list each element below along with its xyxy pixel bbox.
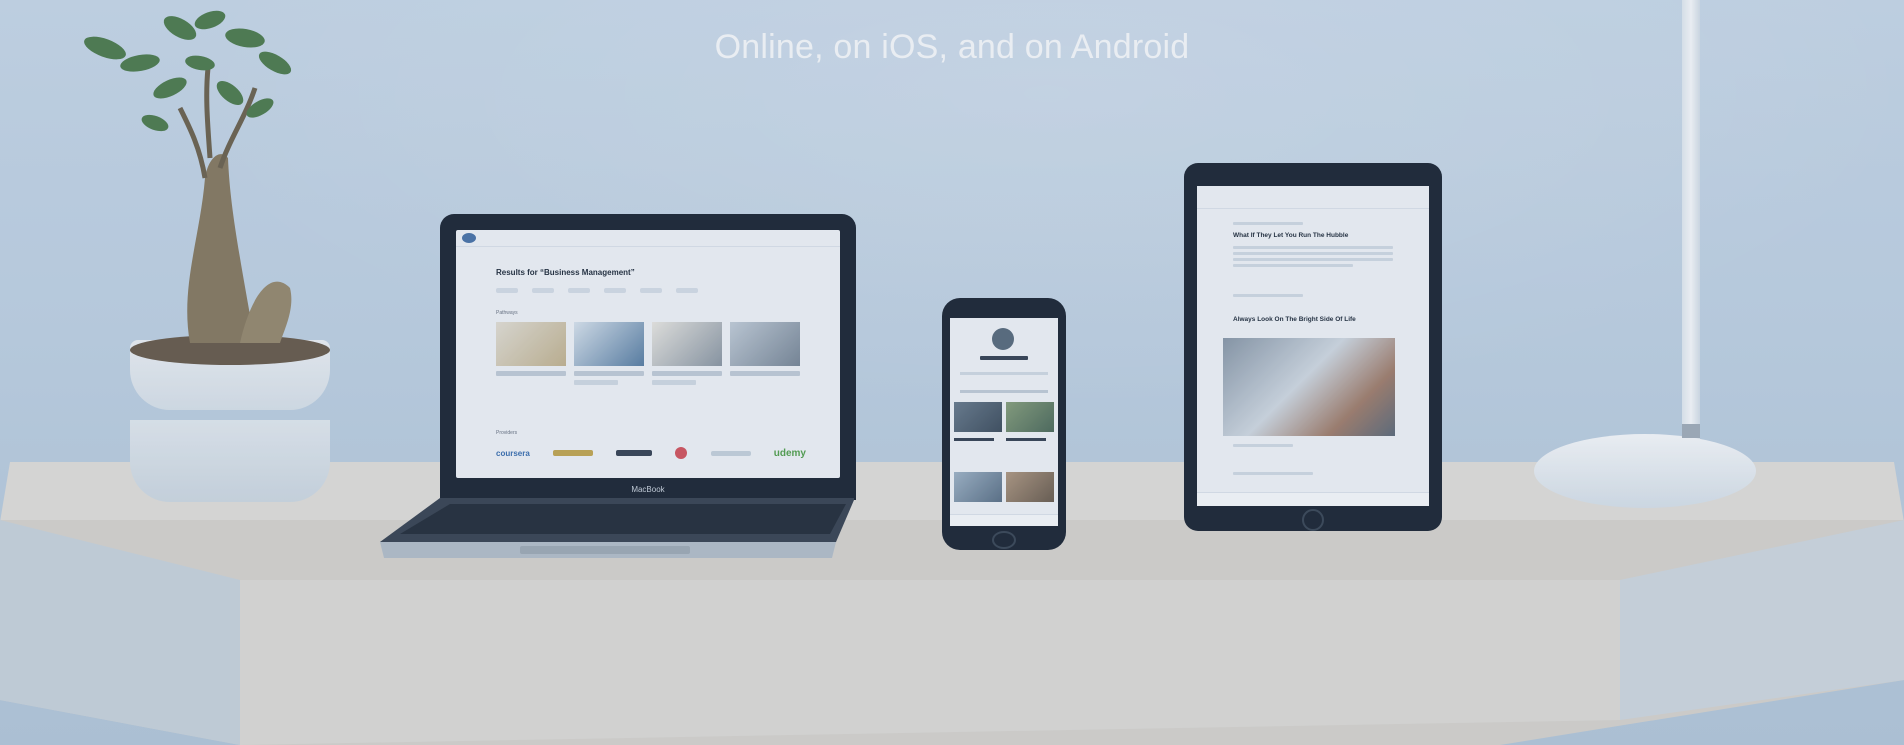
article-title: What If They Let You Run The Hubble — [1233, 232, 1349, 239]
laptop-keyboard-base — [380, 498, 854, 558]
phone-tab-bar — [950, 514, 1058, 526]
pathway-card-caption — [652, 380, 696, 385]
article-photo — [1223, 338, 1395, 436]
profile-avatar — [992, 328, 1014, 350]
plant-pot-base — [130, 420, 330, 502]
laptop-results-title: Results for “Business Management” — [496, 268, 635, 277]
app-logo-icon — [462, 233, 476, 243]
pathway-card-image — [496, 322, 566, 366]
course-caption — [954, 438, 994, 441]
course-thumbnail — [1006, 402, 1054, 432]
article-excerpt — [1233, 258, 1393, 261]
laptop-brand-label: MacBook — [631, 485, 665, 494]
lamp-base — [1534, 434, 1756, 508]
provider-logo — [552, 450, 593, 456]
pathway-card-image — [652, 322, 722, 366]
pathway-card-caption — [574, 371, 644, 376]
provider-logo-udemy: udemy — [773, 447, 806, 459]
article-title: Always Look On The Bright Side Of Life — [1233, 316, 1356, 323]
filter-tab — [532, 288, 554, 293]
article-meta — [1233, 294, 1303, 297]
laptop-screen: Results for “Business Management” Pathwa… — [456, 230, 840, 478]
article-excerpt — [1233, 252, 1393, 255]
laptop-section-providers: Providers — [496, 430, 518, 436]
tablet-tab-bar — [1197, 492, 1429, 506]
provider-logo — [675, 447, 688, 459]
pathway-card-caption — [574, 380, 618, 385]
pathway-card-image — [574, 322, 644, 366]
profile-stats — [960, 372, 1048, 375]
article-meta — [1233, 444, 1293, 447]
laptop-app-navbar — [456, 230, 840, 247]
course-thumbnail — [954, 472, 1002, 502]
article-meta — [1233, 472, 1313, 475]
pathway-card-caption — [652, 371, 722, 376]
pathway-card-caption — [496, 371, 566, 376]
shelf-front — [0, 520, 1904, 745]
lamp-joint — [1682, 424, 1700, 438]
provider-logo — [616, 450, 653, 456]
tablet-top-tabs — [1197, 186, 1429, 209]
pathway-card-image — [730, 322, 800, 366]
pathway-card-caption — [730, 371, 800, 376]
article-excerpt — [1233, 246, 1393, 249]
filter-tab — [640, 288, 662, 293]
smartphone-screen — [950, 318, 1058, 526]
laptop-filter-tabs — [496, 288, 796, 298]
filter-tab — [496, 288, 518, 293]
course-thumbnail — [1006, 472, 1054, 502]
provider-logo-coursera: coursera — [496, 448, 530, 458]
tablet-home-button — [1302, 509, 1324, 531]
filter-tab — [568, 288, 590, 293]
bonsai-plant — [84, 10, 292, 343]
scene: Online, on iOS, and on Android Results f… — [0, 0, 1904, 745]
filter-tab — [676, 288, 698, 293]
profile-name — [980, 356, 1028, 360]
provider-logos: coursera udemy — [496, 444, 806, 462]
article-excerpt — [1233, 264, 1353, 267]
course-caption — [1006, 438, 1046, 441]
profile-tabs — [960, 390, 1048, 393]
phone-home-button — [992, 531, 1016, 549]
lamp-pole — [1682, 0, 1700, 448]
article-meta — [1233, 222, 1303, 225]
laptop-section-pathways: Pathways — [496, 310, 518, 316]
provider-logo — [710, 450, 751, 456]
course-thumbnail — [954, 402, 1002, 432]
tablet-screen: What If They Let You Run The Hubble Alwa… — [1197, 186, 1429, 506]
filter-tab — [604, 288, 626, 293]
